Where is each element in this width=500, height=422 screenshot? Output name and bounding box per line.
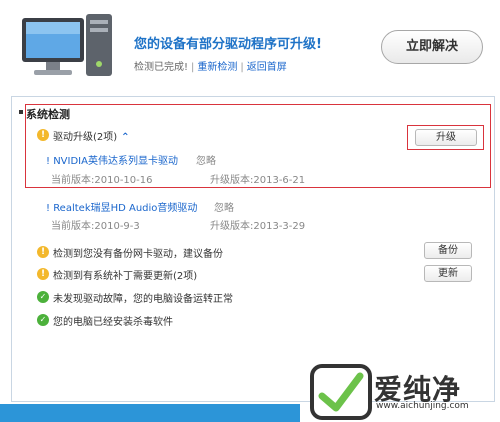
computer-monitor-icon	[22, 14, 112, 76]
upgrade-version: 升级版本:2013-3-29	[210, 221, 306, 232]
check-item: 您的电脑已经安装杀毒软件	[53, 317, 173, 328]
warning-icon: !	[37, 246, 49, 258]
fix-now-button[interactable]: 立即解决	[381, 30, 483, 64]
header: 您的设备有部分驱动程序可升级! 检测已完成! | 重新检测 | 返回首屏 立即解决	[0, 0, 500, 96]
backup-button[interactable]: 备份	[424, 242, 472, 259]
current-version: 当前版本:2010-9-3	[51, 221, 140, 232]
status-text: 检测已完成!	[134, 62, 189, 73]
update-button[interactable]: 更新	[424, 265, 472, 282]
check-item: 检测到您没有备份网卡驱动，建议备份	[53, 249, 223, 260]
driver-name-realtek[interactable]: ! Realtek瑞昱HD Audio音频驱动	[46, 199, 197, 214]
check-item: 未发现驱动故障，您的电脑设备运转正常	[53, 294, 233, 305]
bottom-bar	[0, 404, 300, 422]
check-item: 检测到有系统补丁需要更新(2项)	[53, 271, 198, 282]
upgrade-highlight-box	[407, 125, 484, 150]
recheck-link[interactable]: 重新检测	[197, 62, 237, 73]
watermark-url: www.aichunjing.com	[376, 401, 469, 411]
section-bullet	[19, 110, 23, 114]
home-link[interactable]: 返回首屏	[247, 62, 287, 73]
status-line: 检测已完成! | 重新检测 | 返回首屏	[134, 62, 287, 73]
check-ok-icon: ✓	[37, 314, 49, 326]
headline: 您的设备有部分驱动程序可升级!	[134, 37, 322, 52]
ignore-link[interactable]: 忽略	[214, 199, 234, 214]
warning-icon: !	[37, 268, 49, 280]
check-ok-icon: ✓	[37, 291, 49, 303]
